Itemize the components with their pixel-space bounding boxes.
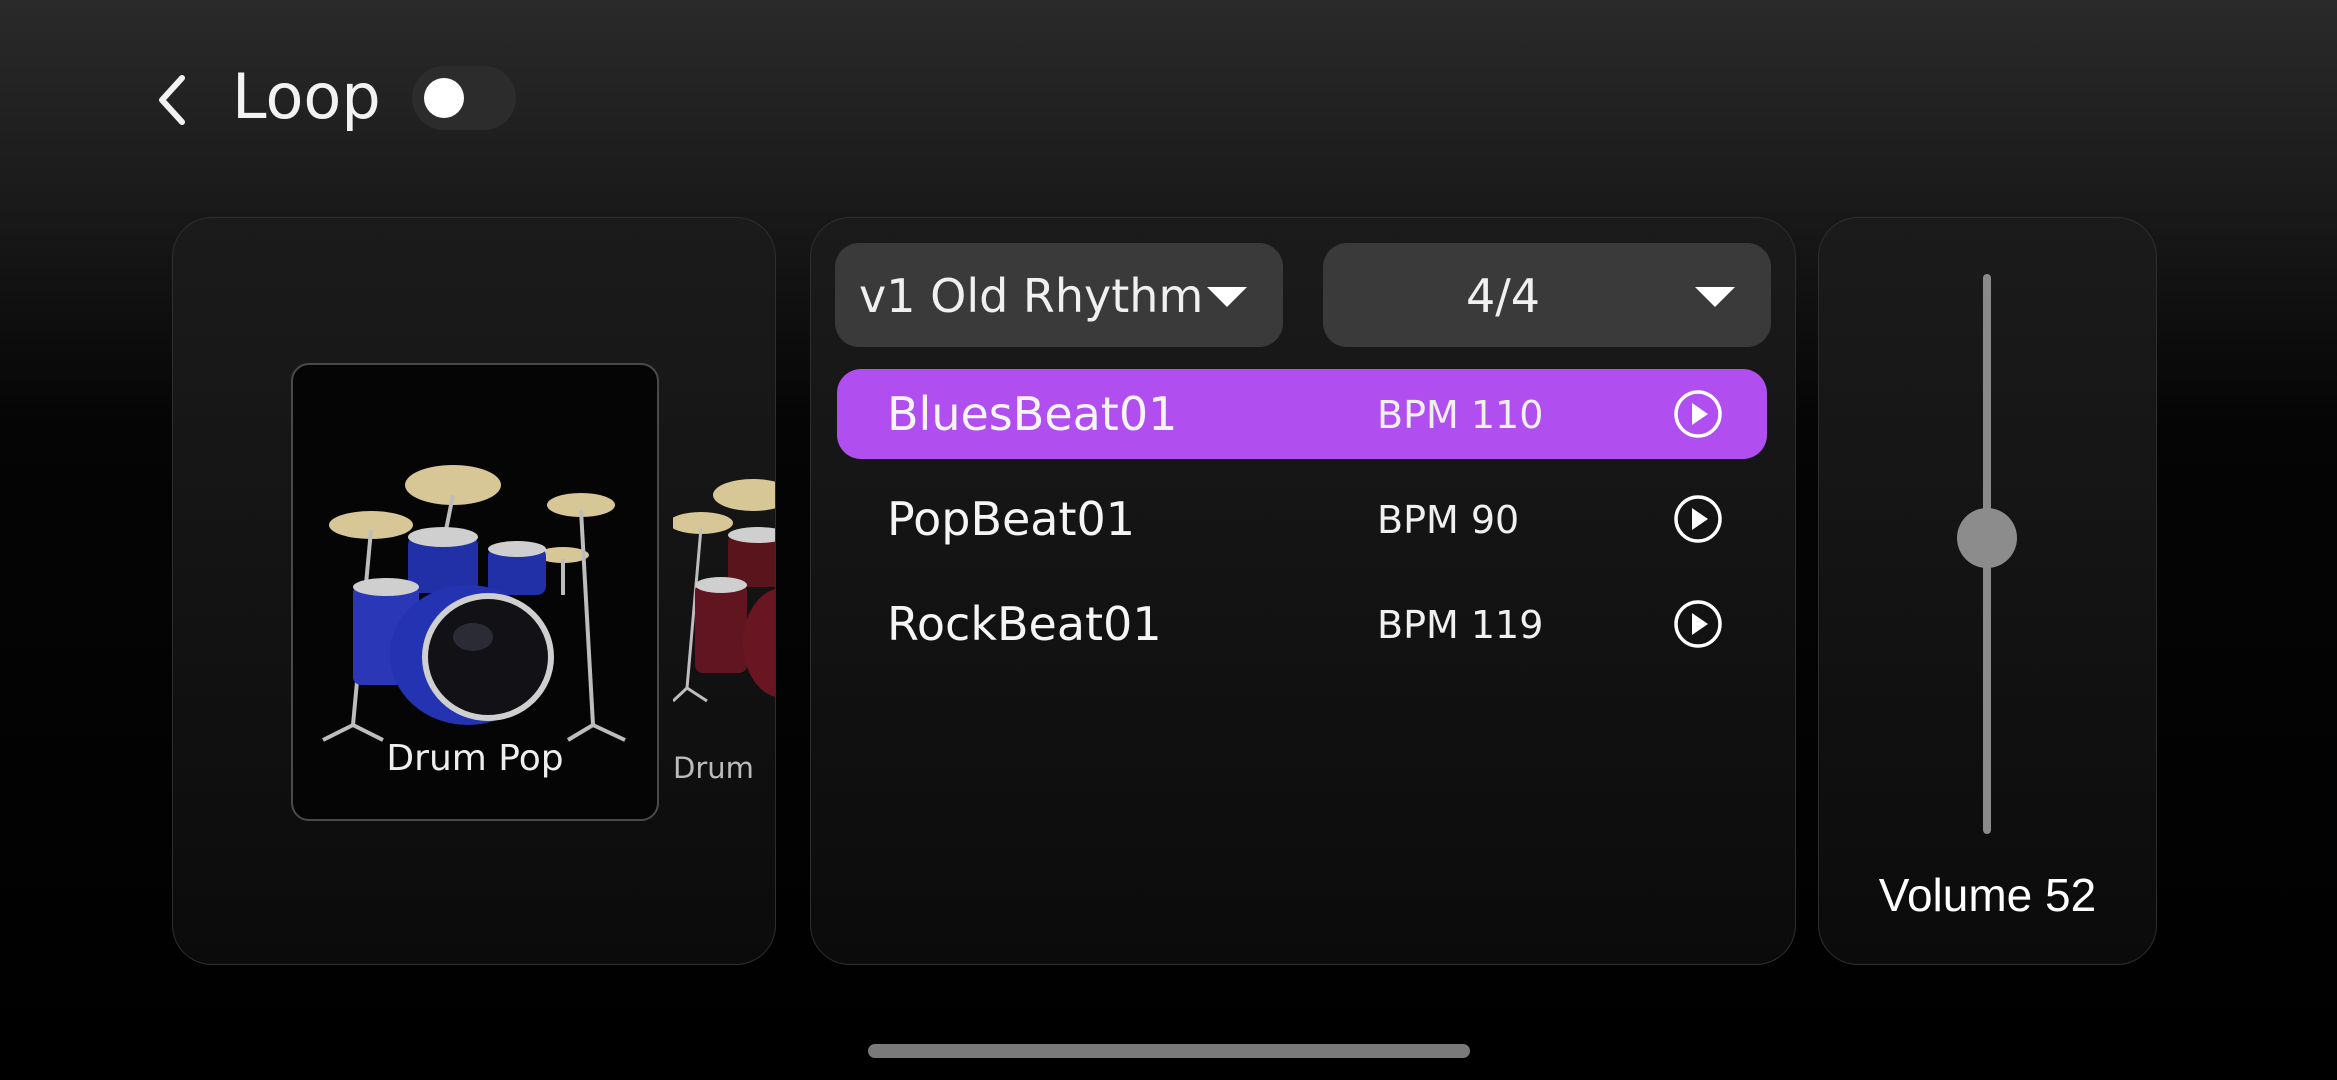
- time-signature-label: 4/4: [1465, 269, 1541, 323]
- chevron-left-icon: [159, 75, 185, 125]
- home-indicator[interactable]: [868, 1044, 1470, 1058]
- drum-kit-icon: [322, 465, 626, 742]
- drum-kit-icon: [673, 479, 775, 703]
- volume-slider-handle[interactable]: [1957, 508, 2017, 568]
- instrument-panel: Drum Pop Drum: [172, 217, 776, 965]
- beat-bpm: BPM 110: [1377, 393, 1544, 437]
- beat-name: PopBeat01: [887, 492, 1136, 546]
- instrument-card-drum[interactable]: Drum: [673, 363, 775, 817]
- beat-bpm: BPM 90: [1377, 498, 1520, 542]
- caret-down-icon: [1695, 287, 1735, 307]
- beat-bpm: BPM 119: [1377, 603, 1544, 647]
- back-button[interactable]: [150, 70, 200, 130]
- beat-row-rockbeat01[interactable]: RockBeat01 BPM 119: [837, 579, 1767, 669]
- toggle-knob: [424, 78, 464, 118]
- beat-name: RockBeat01: [887, 597, 1162, 651]
- instrument-name: Drum Pop: [386, 738, 564, 779]
- beat-name: BluesBeat01: [887, 387, 1178, 441]
- time-signature-dropdown[interactable]: 4/4: [1323, 243, 1771, 347]
- instrument-name: Drum: [673, 751, 754, 785]
- play-icon[interactable]: [1673, 494, 1723, 544]
- instrument-card-drum-pop[interactable]: Drum Pop: [291, 363, 659, 821]
- rhythm-dropdown-label: v1 Old Rhythm: [859, 269, 1204, 323]
- volume-panel: Volume 52: [1818, 217, 2157, 965]
- rhythm-dropdown[interactable]: v1 Old Rhythm: [835, 243, 1283, 347]
- play-icon[interactable]: [1673, 599, 1723, 649]
- loop-toggle[interactable]: [412, 66, 516, 130]
- play-icon[interactable]: [1673, 389, 1723, 439]
- beat-row-bluesbeat01[interactable]: BluesBeat01 BPM 110: [837, 369, 1767, 459]
- caret-down-icon: [1207, 287, 1247, 307]
- volume-label: Volume 52: [1878, 869, 2097, 921]
- page-title: Loop: [232, 60, 381, 133]
- beat-row-popbeat01[interactable]: PopBeat01 BPM 90: [837, 474, 1767, 564]
- rhythm-panel: v1 Old Rhythm 4/4 BluesBeat01 BPM 110 Po…: [810, 217, 1796, 965]
